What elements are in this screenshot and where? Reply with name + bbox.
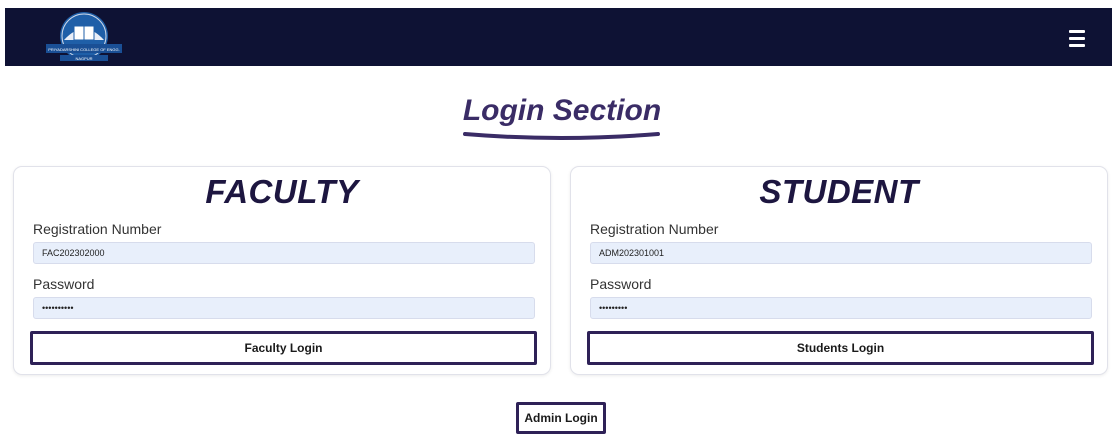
faculty-login-card: FACULTY Registration Number FAC202302000… bbox=[13, 166, 551, 375]
student-password-input[interactable]: ••••••••• bbox=[590, 297, 1092, 319]
college-logo[interactable]: PRIYADARSHINI COLLEGE OF ENGG. NAGPUR bbox=[38, 10, 130, 64]
student-registration-label: Registration Number bbox=[590, 221, 719, 237]
students-login-button[interactable]: Students Login bbox=[587, 331, 1094, 365]
faculty-login-button[interactable]: Faculty Login bbox=[30, 331, 537, 365]
admin-login-button[interactable]: Admin Login bbox=[516, 402, 606, 434]
student-title: STUDENT bbox=[759, 173, 919, 210]
title-underline bbox=[463, 132, 660, 140]
student-password-label: Password bbox=[590, 276, 652, 292]
student-login-card: STUDENT Registration Number ADM202301001… bbox=[570, 166, 1108, 375]
svg-text:NAGPUR: NAGPUR bbox=[75, 56, 92, 61]
faculty-registration-input[interactable]: FAC202302000 bbox=[33, 242, 535, 264]
student-registration-input[interactable]: ADM202301001 bbox=[590, 242, 1092, 264]
page-title: Login Section bbox=[462, 94, 662, 127]
navbar: PRIYADARSHINI COLLEGE OF ENGG. NAGPUR bbox=[5, 8, 1112, 66]
faculty-registration-label: Registration Number bbox=[33, 221, 162, 237]
faculty-title: FACULTY bbox=[205, 173, 359, 210]
faculty-password-input[interactable]: •••••••••• bbox=[33, 297, 535, 319]
hamburger-icon[interactable] bbox=[1069, 30, 1087, 47]
svg-text:PRIYADARSHINI COLLEGE OF ENGG.: PRIYADARSHINI COLLEGE OF ENGG. bbox=[48, 47, 120, 52]
faculty-password-label: Password bbox=[33, 276, 95, 292]
